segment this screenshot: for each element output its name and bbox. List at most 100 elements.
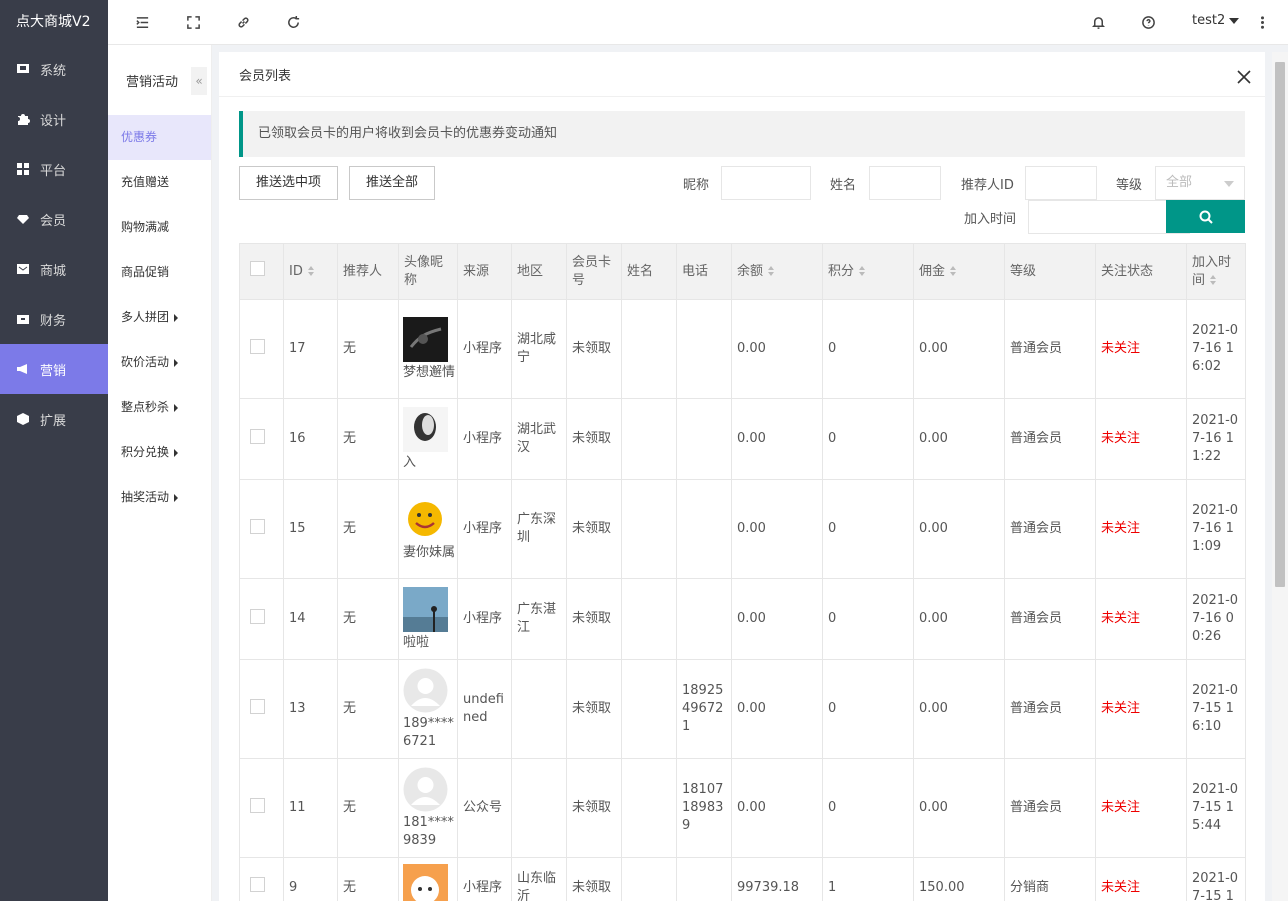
sub-item-6[interactable]: 整点秒杀: [108, 385, 211, 430]
push-selected-button[interactable]: 推送选中项: [239, 166, 339, 200]
sub-item-label: 商品促销: [121, 265, 170, 279]
avatar: [403, 668, 448, 713]
cell-phone: [676, 578, 732, 660]
row-checkbox[interactable]: [250, 698, 265, 714]
menu-toggle-icon[interactable]: [134, 14, 150, 30]
cell-src: undefined: [457, 659, 512, 759]
nickname-text: 妻你妹属: [403, 544, 456, 560]
refresh-icon[interactable]: [285, 14, 301, 30]
nav-item-2[interactable]: 平台: [0, 144, 108, 194]
sub-item-label: 多人拼团: [121, 310, 170, 324]
row-checkbox[interactable]: [250, 338, 265, 354]
sub-item-8[interactable]: 抽奖活动: [108, 475, 211, 520]
sub-item-1[interactable]: 充值赠送: [108, 160, 211, 205]
close-icon[interactable]: [1237, 70, 1251, 84]
more-vertical-icon[interactable]: [1254, 14, 1270, 30]
cell-name: [621, 578, 677, 660]
row-checkbox-cell: [239, 479, 284, 579]
cell-balance: 0.00: [731, 398, 823, 480]
avatar: [403, 767, 448, 812]
nickname-input[interactable]: [721, 166, 811, 200]
column-header: 头像昵称: [398, 243, 458, 300]
cell-region: 湖北咸宁: [511, 299, 567, 399]
nav-item-1[interactable]: 设计: [0, 94, 108, 144]
cell-ref: 无: [337, 398, 399, 480]
cell-follow: 未关注: [1095, 479, 1187, 579]
avatar: [403, 586, 448, 632]
cell-comm: 150.00: [913, 857, 1005, 901]
sub-item-7[interactable]: 积分兑换: [108, 430, 211, 475]
select-all-checkbox[interactable]: [250, 261, 265, 276]
cell-level: 普通会员: [1004, 479, 1096, 579]
nav-item-label: 财务: [40, 313, 67, 329]
column-header[interactable]: 余额: [731, 243, 823, 300]
row-checkbox[interactable]: [250, 428, 265, 444]
nav-item-7[interactable]: 扩展: [0, 394, 108, 444]
cell-phone: 18925496721: [676, 659, 732, 759]
search-button[interactable]: [1166, 200, 1245, 233]
column-header[interactable]: 积分: [822, 243, 914, 300]
sub-item-4[interactable]: 多人拼团: [108, 295, 211, 340]
row-checkbox[interactable]: [250, 877, 265, 892]
cell-phone: [676, 857, 732, 901]
main-sidebar: 点大商城V2 系统 设计 平台 会员商城财务营销 扩展: [0, 0, 108, 901]
cell-name: [621, 299, 677, 399]
sub-item-3[interactable]: 商品促销: [108, 250, 211, 295]
name-input[interactable]: [869, 166, 941, 200]
row-checkbox[interactable]: [250, 518, 265, 534]
cell-balance: 0.00: [731, 299, 823, 399]
sub-item-label: 抽奖活动: [121, 490, 170, 504]
cell-nick: 妻你妹属: [398, 479, 458, 579]
nav-item-5[interactable]: 财务: [0, 294, 108, 344]
cell-level: 普通会员: [1004, 659, 1096, 759]
help-icon[interactable]: [1140, 14, 1156, 30]
sort-icon[interactable]: [950, 266, 957, 276]
sub-item-label: 积分兑换: [121, 445, 170, 459]
nav-item-4[interactable]: 商城: [0, 244, 108, 294]
column-header[interactable]: ID: [283, 243, 338, 300]
column-header[interactable]: 加入时间: [1186, 243, 1246, 300]
cell-comm: 0.00: [913, 758, 1005, 858]
collapse-button[interactable]: «: [191, 67, 207, 95]
search-icon: [1199, 210, 1213, 224]
app-logo: 点大商城V2: [16, 14, 91, 30]
row-checkbox[interactable]: [250, 797, 265, 813]
cell-nick: 梦想邂情: [398, 299, 458, 399]
nav-item-label: 商城: [40, 263, 67, 279]
bell-icon[interactable]: [1090, 14, 1106, 30]
cell-ref: 无: [337, 659, 399, 759]
level-select[interactable]: 全部: [1155, 166, 1245, 200]
page-scrollbar[interactable]: [1272, 52, 1288, 901]
nav-item-0[interactable]: 系统: [0, 44, 108, 94]
sub-item-0[interactable]: 优惠券: [108, 115, 211, 160]
nav-item-6[interactable]: 营销: [0, 344, 108, 394]
cell-phone: [676, 299, 732, 399]
sort-icon[interactable]: [307, 266, 314, 276]
cell-src: 小程序: [457, 479, 512, 579]
push-all-button[interactable]: 推送全部: [349, 166, 436, 200]
sort-icon[interactable]: [859, 266, 866, 276]
sub-item-label: 充值赠送: [121, 175, 170, 189]
row-checkbox[interactable]: [250, 608, 265, 624]
user-menu[interactable]: test2: [1192, 13, 1240, 28]
mail-icon: [16, 262, 30, 276]
column-header[interactable]: 佣金: [913, 243, 1005, 300]
fullscreen-icon[interactable]: [185, 14, 201, 30]
level-select-value: 全部: [1166, 175, 1193, 190]
sort-icon[interactable]: [768, 266, 775, 276]
cell-time: 2021-07-16 11:22: [1186, 398, 1246, 480]
sub-item-5[interactable]: 砍价活动: [108, 340, 211, 385]
sub-item-2[interactable]: 购物满减: [108, 205, 211, 250]
nickname-text: 啦啦: [403, 634, 430, 650]
column-header-label: 积分: [828, 263, 855, 279]
link-icon[interactable]: [235, 14, 251, 30]
column-header: 地区: [511, 243, 567, 300]
header-checkbox-cell: [239, 243, 284, 300]
scrollbar-thumb[interactable]: [1275, 62, 1285, 587]
cell-nick: 189****6721: [398, 659, 458, 759]
row-checkbox-cell: [239, 299, 284, 399]
sort-icon[interactable]: [1210, 275, 1217, 285]
nav-item-3[interactable]: 会员: [0, 194, 108, 244]
sub-sidebar-title: 营销活动 «: [108, 45, 211, 115]
referrer-id-input[interactable]: [1025, 166, 1097, 200]
